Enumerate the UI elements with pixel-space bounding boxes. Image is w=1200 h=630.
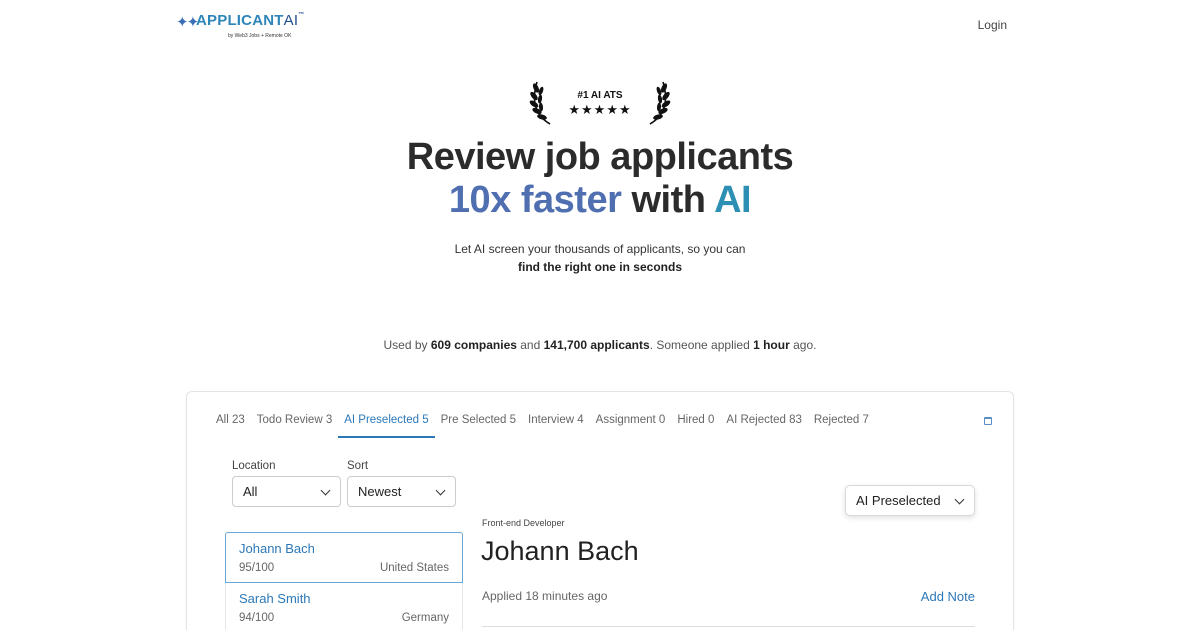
status-select-value: AI Preselected <box>856 493 941 508</box>
brand-byline: by Web3 Jobs + Remote OK <box>228 33 292 39</box>
sparkle-icon: ✦✦ <box>176 14 199 31</box>
location-select-value: All <box>243 484 258 499</box>
candidate-score: 95/100 <box>239 562 275 574</box>
tab-ai-rejected[interactable]: AI Rejected 83 <box>720 408 807 438</box>
hero-accent-speed: 10x faster <box>448 179 622 221</box>
add-note-button[interactable]: Add Note <box>921 589 975 604</box>
award-badge: #1 AI ATS ★★★★★ <box>528 78 672 128</box>
tab-todo-review[interactable]: Todo Review 3 <box>251 408 338 438</box>
candidate-location: Germany <box>401 612 449 624</box>
divider <box>482 626 975 627</box>
sort-select-value: Newest <box>358 484 402 499</box>
location-select[interactable]: All <box>232 476 341 507</box>
hero-subtitle-bold: find the right one in seconds <box>517 260 682 274</box>
applicant-name: Johann Bach <box>481 536 639 566</box>
list-item[interactable]: Sarah Smith 94/100 Germany <box>225 583 463 630</box>
login-link[interactable]: Login <box>978 18 1007 32</box>
laurel-right-icon <box>649 81 671 125</box>
sort-select[interactable]: Newest <box>347 476 456 507</box>
candidate-name: Sarah Smith <box>239 591 311 606</box>
tab-rejected[interactable]: Rejected 7 <box>808 408 875 438</box>
status-tabs: All 23 Todo Review 3 AI Preselected 5 Pr… <box>210 408 875 438</box>
hero-accent-ai: AI <box>714 179 752 221</box>
list-item[interactable]: Johann Bach 95/100 United States <box>225 532 463 583</box>
calendar-icon[interactable] <box>984 417 992 425</box>
applied-time: Applied 18 minutes ago <box>482 589 608 603</box>
candidate-location: United States <box>379 562 449 574</box>
candidate-name: Johann Bach <box>239 541 315 556</box>
status-select[interactable]: AI Preselected <box>845 485 975 516</box>
tab-pre-selected[interactable]: Pre Selected 5 <box>435 408 522 438</box>
hero-headline-accent: 10x faster with AI <box>0 179 1200 222</box>
tab-interview[interactable]: Interview 4 <box>522 408 590 438</box>
app-preview-card: All 23 Todo Review 3 AI Preselected 5 Pr… <box>186 391 1014 630</box>
usage-stats: Used by 609 companies and 141,700 applic… <box>383 338 817 352</box>
hero-accent-with: with <box>621 179 715 221</box>
candidate-score: 94/100 <box>239 612 275 624</box>
chevron-down-icon <box>435 485 446 496</box>
sort-label: Sort <box>347 460 369 472</box>
brand-logo[interactable]: ✦✦ APPLICANTAI™ by Web3 Jobs + Remote OK <box>176 11 306 43</box>
job-role: Front-end Developer <box>482 518 565 528</box>
tab-hired[interactable]: Hired 0 <box>671 408 720 438</box>
hero-headline: Review job applicants <box>406 136 794 178</box>
tab-all[interactable]: All 23 <box>210 408 251 438</box>
hero-subtitle: Let AI screen your thousands of applican… <box>454 242 746 256</box>
candidate-list: Johann Bach 95/100 United States Sarah S… <box>225 532 463 630</box>
brand-name: APPLICANTAI™ <box>196 12 305 29</box>
chevron-down-icon <box>954 494 965 505</box>
chevron-down-icon <box>320 485 331 496</box>
tab-assignment[interactable]: Assignment 0 <box>590 408 672 438</box>
location-label: Location <box>232 460 276 472</box>
tab-ai-preselected[interactable]: AI Preselected 5 <box>338 408 435 438</box>
